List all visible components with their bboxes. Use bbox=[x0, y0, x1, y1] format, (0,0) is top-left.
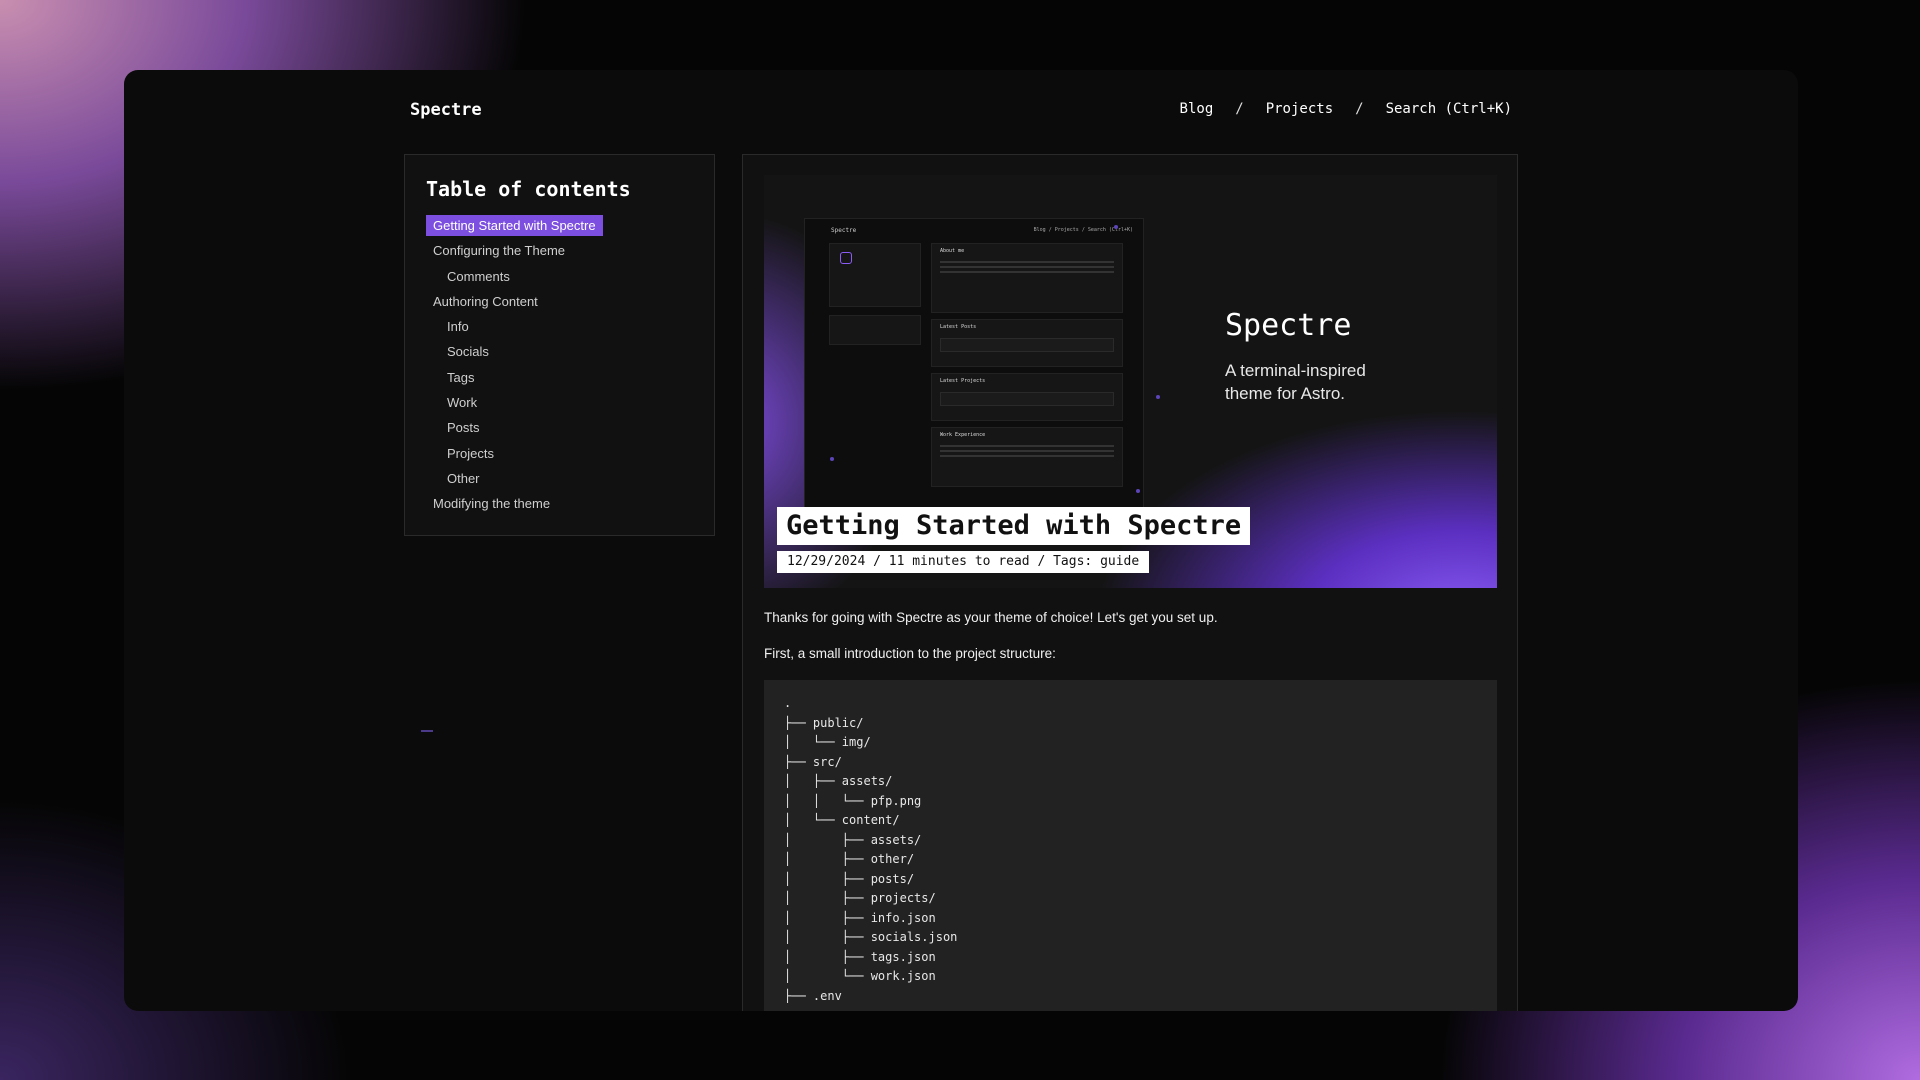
toc-item: Projects bbox=[426, 443, 693, 468]
toc-item: Authoring Content bbox=[426, 291, 693, 316]
mock-card: Work Experience bbox=[931, 427, 1123, 487]
mock-card: About me bbox=[931, 243, 1123, 313]
hero-subtitle: A terminal-inspired theme for Astro. bbox=[1225, 361, 1366, 403]
toc-link[interactable]: Tags bbox=[426, 367, 481, 388]
mock-card-title: Work Experience bbox=[940, 432, 986, 438]
post-meta: 12/29/2024 / 11 minutes to read / Tags: … bbox=[777, 551, 1150, 573]
hero-screenshot-preview: Spectre Blog / Projects / Search (Ctrl+K… bbox=[804, 218, 1144, 508]
toc-item: Modifying the theme bbox=[426, 493, 693, 518]
post-structure-intro: First, a small introduction to the proje… bbox=[764, 646, 1056, 661]
toc-item: Posts bbox=[426, 417, 693, 442]
mock-socials bbox=[829, 315, 921, 345]
toc-link[interactable]: Other bbox=[426, 468, 487, 489]
nav-search-button[interactable]: Search (Ctrl+K) bbox=[1386, 101, 1512, 117]
toc-list: Getting Started with Spectre Configuring … bbox=[426, 215, 693, 519]
toc-link[interactable]: Socials bbox=[426, 341, 496, 362]
mock-avatar-icon bbox=[840, 252, 852, 264]
top-nav: Blog / Projects / Search (Ctrl+K) bbox=[1180, 101, 1512, 117]
nav-separator: / bbox=[1235, 101, 1244, 117]
mock-card-title: Latest Projects bbox=[940, 378, 986, 384]
toc-link[interactable]: Info bbox=[426, 316, 476, 337]
hero-title: Spectre bbox=[1225, 308, 1352, 343]
toc-item: Configuring the Theme bbox=[426, 240, 693, 265]
mock-card-title: About me bbox=[940, 248, 965, 254]
decorative-dot bbox=[1136, 489, 1140, 493]
site-brand-link[interactable]: Spectre bbox=[410, 100, 482, 120]
toc-link[interactable]: Modifying the theme bbox=[426, 493, 557, 514]
mock-card: Latest Posts bbox=[931, 319, 1123, 367]
nav-projects-link[interactable]: Projects bbox=[1266, 101, 1333, 117]
toc-item: Info bbox=[426, 316, 693, 341]
decorative-dot bbox=[1156, 395, 1160, 399]
post-title: Getting Started with Spectre bbox=[777, 507, 1251, 545]
post-intro: Thanks for going with Spectre as your th… bbox=[764, 610, 1218, 625]
nav-separator: / bbox=[1355, 101, 1364, 117]
mock-card-title: Latest Posts bbox=[940, 324, 977, 330]
article-panel: Spectre Blog / Projects / Search (Ctrl+K… bbox=[742, 154, 1518, 1011]
toc-link[interactable]: Authoring Content bbox=[426, 291, 545, 312]
toc-heading: Table of contents bbox=[426, 177, 631, 201]
toc-link[interactable]: Projects bbox=[426, 443, 501, 464]
toc-item: Getting Started with Spectre bbox=[426, 215, 693, 240]
decorative-dot bbox=[830, 457, 834, 461]
toc-item: Work bbox=[426, 392, 693, 417]
toc-link[interactable]: Work bbox=[426, 392, 484, 413]
nav-blog-link[interactable]: Blog bbox=[1180, 101, 1214, 117]
toc-link[interactable]: Configuring the Theme bbox=[426, 240, 572, 261]
mock-nav: Blog / Projects / Search (Ctrl+K) bbox=[1033, 227, 1133, 233]
project-structure-code: . ├── public/ │ └── img/ ├── src/ │ ├── … bbox=[784, 696, 958, 1003]
toc-link[interactable]: Getting Started with Spectre bbox=[426, 215, 603, 236]
toc-item: Tags bbox=[426, 367, 693, 392]
mock-card: Latest Projects bbox=[931, 373, 1123, 421]
toc-item: Socials bbox=[426, 341, 693, 366]
hero-banner: Spectre Blog / Projects / Search (Ctrl+K… bbox=[764, 175, 1497, 588]
toc-item: Comments bbox=[426, 266, 693, 291]
mock-sidebar bbox=[829, 243, 921, 307]
toc-link[interactable]: Posts bbox=[426, 417, 487, 438]
table-of-contents: Table of contents Getting Started with S… bbox=[404, 154, 715, 536]
decorative-dot bbox=[1114, 225, 1118, 229]
toc-item: Other bbox=[426, 468, 693, 493]
decorative-dash bbox=[421, 730, 433, 732]
browser-window: Spectre Blog / Projects / Search (Ctrl+K… bbox=[124, 70, 1798, 1011]
code-block: . ├── public/ │ └── img/ ├── src/ │ ├── … bbox=[764, 680, 1497, 1011]
mock-brand: Spectre bbox=[831, 227, 857, 234]
toc-link[interactable]: Comments bbox=[426, 266, 517, 287]
